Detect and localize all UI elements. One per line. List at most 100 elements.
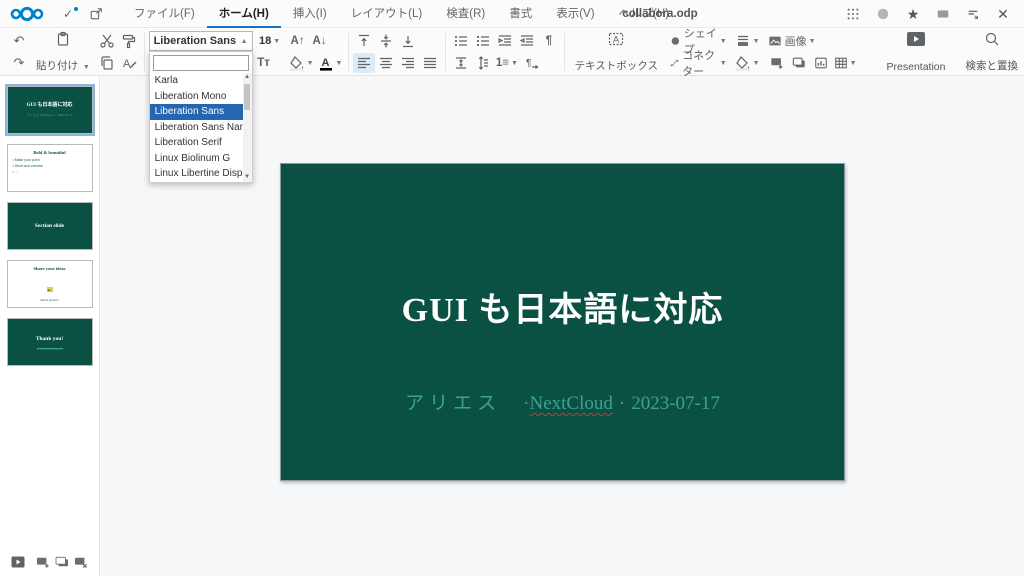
presentation-button[interactable]: Presentation [881, 30, 952, 74]
font-option[interactable]: Karla [150, 73, 243, 89]
increase-indent-button[interactable] [494, 31, 516, 51]
menu-home[interactable]: ホーム(H) [207, 0, 281, 28]
subtitle-dot: · [619, 393, 625, 414]
line-spacing-button[interactable] [450, 53, 472, 73]
grow-font-button[interactable]: A↑ [287, 31, 309, 51]
top-right-actions: ★ ✕ [838, 0, 1018, 28]
favorite-star-icon[interactable]: ★ [904, 5, 922, 23]
presentation-console-icon[interactable] [934, 5, 952, 23]
duplicate-slide-button[interactable] [788, 53, 810, 73]
align-vcenter-button[interactable] [375, 31, 397, 51]
redo-button[interactable]: ↷ [8, 53, 30, 73]
font-option-selected[interactable]: Liberation Sans [150, 104, 243, 120]
fontwork-button[interactable]: ▼ [733, 31, 762, 51]
clone-formatting-button[interactable] [118, 31, 140, 51]
highlight-color-button[interactable]: ▼ [287, 53, 316, 73]
svg-text:A: A [613, 35, 619, 45]
top-menu-bar: ✓ ファイル(F) ホーム(H) 挿入(I) レイアウト(L) 検査(R) 書式… [0, 0, 1024, 28]
align-left-button[interactable] [353, 53, 375, 73]
subtitle-author: アリエス [405, 393, 501, 414]
menu-insert[interactable]: 挿入(I) [281, 0, 339, 28]
open-in-new-window-icon[interactable] [87, 5, 105, 23]
cut-button[interactable] [96, 31, 118, 51]
cut-copy-group [96, 30, 118, 74]
shrink-font-button[interactable]: A↓ [309, 31, 331, 51]
menu-format[interactable]: 書式 [497, 0, 544, 28]
paragraph-mark-button[interactable]: ¶ [538, 31, 560, 51]
slide-thumbnail-2[interactable]: Bold & beautiful • Make your point • Sho… [7, 144, 93, 192]
slide-thumbnail-4[interactable]: Share your ideas Add a picture! [7, 260, 93, 308]
copy-button[interactable] [96, 53, 118, 73]
save-status-icon[interactable]: ✓ [59, 5, 77, 23]
align-right-button[interactable] [397, 53, 419, 73]
bullet-list-button[interactable] [450, 31, 472, 51]
close-icon[interactable]: ✕ [994, 5, 1012, 23]
current-slide[interactable]: GUI も日本語に対応 アリエス·NextCloud·2023-07-17 [280, 163, 845, 481]
sidebar-toggle-icon[interactable] [964, 5, 982, 23]
align-bottom-button[interactable] [397, 31, 419, 51]
chevron-down-icon: ▼ [809, 38, 816, 45]
nextcloud-logo-icon[interactable] [10, 6, 44, 22]
start-presentation-button[interactable] [8, 552, 27, 572]
paragraph-spacing-button[interactable] [472, 53, 494, 73]
font-option[interactable]: Liberation Serif [150, 135, 243, 151]
font-option[interactable]: Linux Biolinum G [150, 151, 243, 167]
undo-button[interactable]: ↶ [8, 31, 30, 51]
font-option[interactable]: Linux Libertine Display G [150, 166, 243, 182]
slide-thumbnail-panel: GUI も日本語に対応 アリエス ·NextCloud · 2023-07-17… [0, 76, 100, 576]
character-format-button[interactable]: Tт [253, 53, 275, 73]
text-direction-button[interactable]: ¶ [520, 53, 542, 73]
numbered-list-button[interactable] [472, 31, 494, 51]
align-justify-button[interactable] [419, 53, 441, 73]
menu-review[interactable]: 検査(R) [434, 0, 497, 28]
add-slide-button[interactable] [33, 552, 52, 572]
font-option[interactable]: Liberation Mono [150, 89, 243, 105]
font-size-value: 18 [259, 35, 271, 47]
picture-placeholder-icon [8, 279, 92, 297]
scrollbar-thumb[interactable] [244, 84, 250, 110]
menu-view[interactable]: 表示(V) [544, 0, 606, 28]
svg-text:A: A [123, 58, 131, 70]
insert-image-button[interactable]: 画像 ▼ [766, 31, 818, 51]
slide-thumbnail-1[interactable]: GUI も日本語に対応 アリエス ·NextCloud · 2023-07-17 [7, 86, 93, 134]
align-top-button[interactable] [353, 31, 375, 51]
menu-layout[interactable]: レイアウト(L) [339, 0, 435, 28]
presentation-label: Presentation [887, 61, 946, 73]
fill-color-button[interactable]: ▼ [733, 53, 762, 73]
connector-label: コネクター [682, 47, 718, 79]
svg-text:A: A [321, 57, 329, 69]
font-search-input[interactable] [153, 55, 249, 71]
insert-table-button[interactable]: ▼ [832, 53, 859, 73]
align-center-button[interactable] [375, 53, 397, 73]
decrease-indent-button[interactable] [516, 31, 538, 51]
slide-thumbnail-5[interactable]: Thank you! [7, 318, 93, 366]
font-list-scrollbar[interactable]: ▲ ▼ [243, 73, 252, 182]
font-option[interactable]: Liberation Sans Narrow [150, 120, 243, 136]
font-color-button[interactable]: A ▼ [316, 53, 345, 73]
slide-subtitle-textbox[interactable]: アリエス·NextCloud·2023-07-17 [281, 388, 844, 415]
thumb3-title: Section slide [8, 223, 92, 229]
scroll-up-icon[interactable]: ▲ [243, 73, 252, 82]
paste-button[interactable]: 貼り付け ▼ [30, 30, 96, 74]
connectors-button[interactable]: コネクター ▼ [668, 53, 729, 73]
chevron-down-icon: ▼ [83, 64, 90, 71]
insert-chart-button[interactable] [810, 53, 832, 73]
font-size-combobox[interactable]: 18 ▼ [253, 31, 287, 51]
chevron-down-icon: ▼ [753, 60, 760, 67]
slide-thumbnail-3[interactable]: Section slide [7, 202, 93, 250]
app-grid-icon[interactable] [844, 5, 862, 23]
find-replace-button[interactable]: 検索と置換 [960, 30, 1024, 74]
duplicate-slide-button-panel[interactable] [52, 552, 71, 572]
clear-formatting-button[interactable]: A [118, 53, 140, 73]
chevron-down-icon: ▼ [336, 60, 343, 67]
slide-title-textbox[interactable]: GUI も日本語に対応 [281, 282, 844, 331]
insert-textbox-button[interactable]: A テキストボックス [569, 30, 664, 74]
user-avatar-icon[interactable] [874, 5, 892, 23]
new-slide-button[interactable] [766, 53, 788, 73]
menu-file[interactable]: ファイル(F) [122, 0, 207, 28]
scroll-down-icon[interactable]: ▼ [243, 173, 252, 182]
line-spacing-menu-button[interactable]: 1≡ ▼ [494, 53, 520, 73]
font-name-combobox[interactable]: Liberation Sans ▲ [149, 31, 253, 51]
font-list: Karla Liberation Mono Liberation Sans Li… [150, 73, 252, 182]
delete-slide-button[interactable] [71, 552, 90, 572]
